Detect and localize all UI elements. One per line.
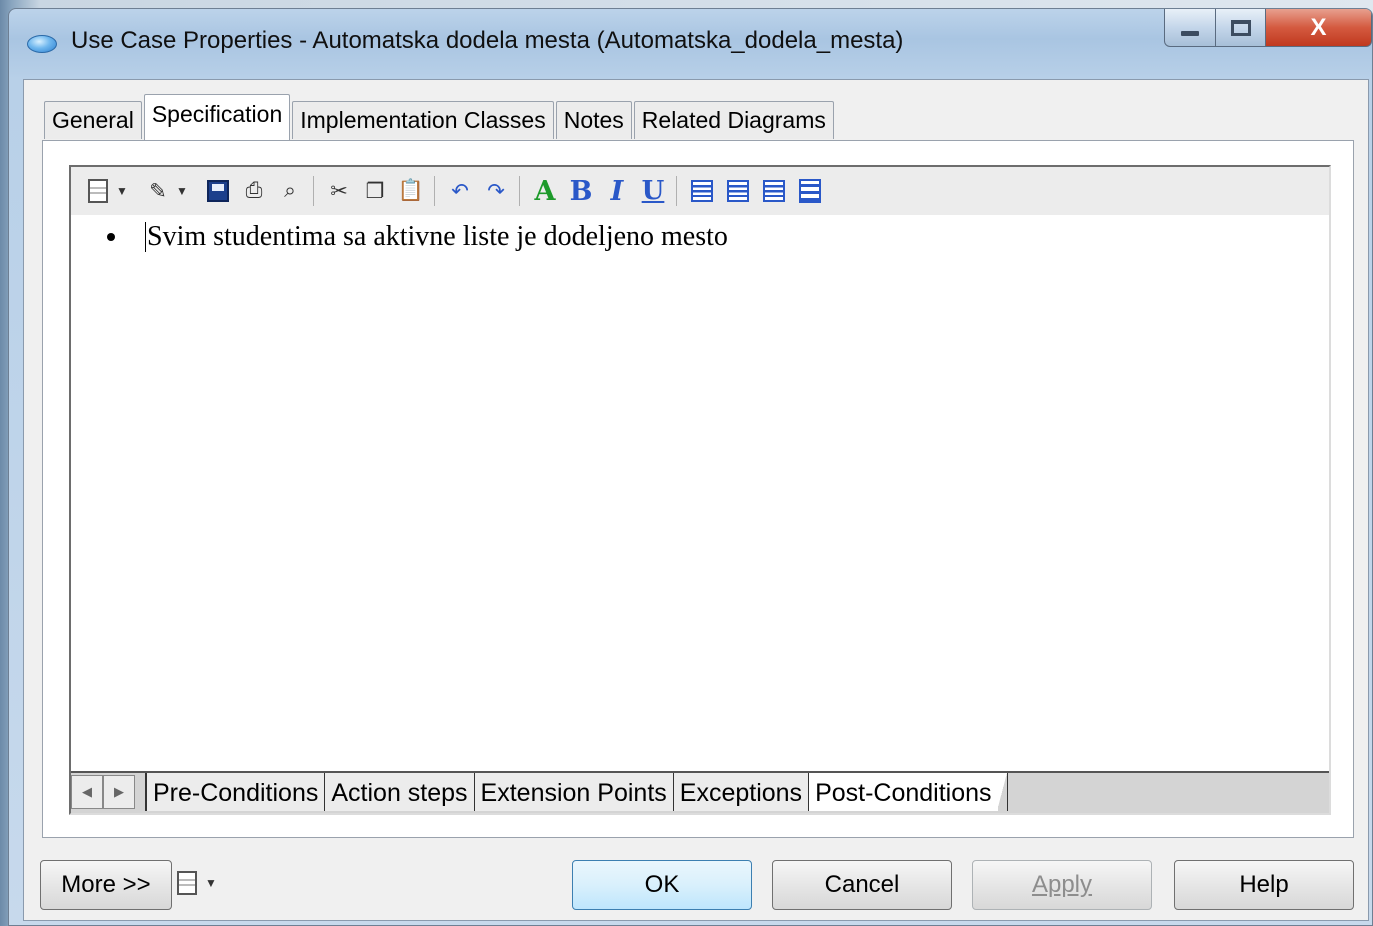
tab-notes[interactable]: Notes [555,101,632,139]
underline-icon[interactable]: U [638,176,668,206]
sheet-tab-extension-points[interactable]: Extension Points [473,773,673,811]
minimize-icon [1181,31,1199,36]
undo-icon[interactable]: ↶ [445,176,475,206]
ok-button[interactable]: OK [572,860,752,910]
property-tabs: General Specification Implementation Cla… [44,94,836,140]
italic-icon[interactable]: I [602,176,632,207]
cancel-button[interactable]: Cancel [772,860,952,910]
apply-button[interactable]: Apply [972,860,1152,910]
sheet-tab-pre-conditions[interactable]: Pre-Conditions [145,773,325,811]
bold-icon[interactable]: B [566,176,596,207]
window-title: Use Case Properties - Automatska dodela … [71,27,904,54]
editor-toolbar: ▼ ✎ ▼ ⎙ ⌕ ✂ ❐ 📋 ↶ ↷ A B I U [71,167,1329,215]
dialog-client-area: General Specification Implementation Cla… [23,79,1369,921]
tab-specification[interactable]: Specification [143,94,291,140]
print-icon[interactable]: ⎙ [239,176,269,206]
more-menu[interactable]: ▼ [172,868,232,898]
specification-panel: ▼ ✎ ▼ ⎙ ⌕ ✂ ❐ 📋 ↶ ↷ A B I U Svim student… [42,140,1354,838]
close-button[interactable]: X [1266,9,1372,47]
paste-icon[interactable]: 📋 [396,176,426,206]
minimize-button[interactable] [1164,9,1216,47]
window-controls: X [1164,9,1372,53]
editor-content[interactable]: Svim studentima sa aktivne liste je dode… [107,221,728,253]
sheet-scroll-buttons: ◀ ▶ [71,775,135,809]
copy-icon[interactable]: ❐ [360,176,390,206]
redo-icon[interactable]: ↷ [481,176,511,206]
chevron-down-icon[interactable]: ▼ [115,176,129,206]
sheet-tab-post-conditions[interactable]: Post-Conditions [808,773,1009,811]
bullet-list-icon[interactable] [795,176,825,206]
bullet-point [107,233,115,241]
align-center-icon[interactable] [723,176,753,206]
align-left-icon[interactable] [687,176,717,206]
close-icon: X [1310,13,1327,41]
rich-text-editor[interactable]: ▼ ✎ ▼ ⎙ ⌕ ✂ ❐ 📋 ↶ ↷ A B I U Svim student… [69,165,1331,815]
toolbar-separator [313,176,314,206]
text-caret [145,222,146,252]
toolbar-separator [519,176,520,206]
sheet-tabs: Pre-Conditions Action steps Extension Po… [145,773,1009,813]
chevron-right-icon: ▶ [114,784,124,799]
maximize-button[interactable] [1216,9,1266,47]
more-button[interactable]: More >> [40,860,172,910]
tab-general[interactable]: General [44,101,142,139]
document-menu-icon[interactable] [83,176,113,206]
scroll-right-button[interactable]: ▶ [103,775,135,809]
title-bar[interactable]: Use Case Properties - Automatska dodela … [9,9,1372,71]
tab-implementation-classes[interactable]: Implementation Classes [292,101,554,139]
toolbar-separator [676,176,677,206]
edit-menu-icon[interactable]: ✎ [143,176,173,206]
align-right-icon[interactable] [759,176,789,206]
dialog-button-row: More >> ▼ OK Cancel Apply Help [24,854,1368,914]
scroll-left-button[interactable]: ◀ [71,775,103,809]
font-color-icon[interactable]: A [530,176,560,207]
cut-icon[interactable]: ✂ [324,176,354,206]
apply-label: Apply [1031,871,1093,898]
sheet-tab-bar: ◀ ▶ Pre-Conditions Action steps Extensio… [71,771,1329,813]
document-menu-icon[interactable] [172,868,202,898]
save-icon[interactable] [203,176,233,206]
help-button[interactable]: Help [1174,860,1354,910]
toolbar-separator [434,176,435,206]
properties-window: Use Case Properties - Automatska dodela … [8,8,1373,926]
content-line: Svim studentima sa aktivne liste je dode… [147,221,728,252]
sheet-tab-action-steps[interactable]: Action steps [324,773,474,811]
chevron-left-icon: ◀ [82,784,92,799]
use-case-icon [27,35,57,53]
chevron-down-icon[interactable]: ▼ [204,868,218,898]
sheet-tab-exceptions[interactable]: Exceptions [672,773,809,811]
chevron-down-icon[interactable]: ▼ [175,176,189,206]
maximize-icon [1230,19,1251,36]
tab-related-diagrams[interactable]: Related Diagrams [633,101,834,139]
find-icon[interactable]: ⌕ [275,176,305,206]
